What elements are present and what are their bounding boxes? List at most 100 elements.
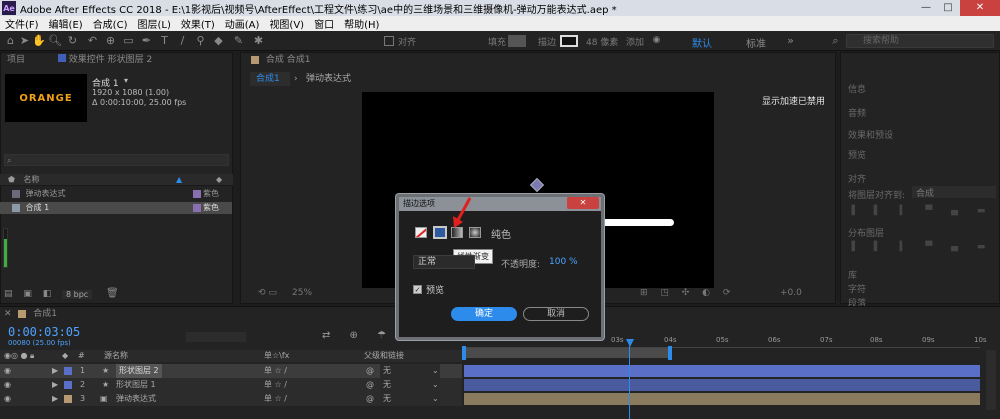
expand-chevron-icon[interactable]: ▶	[52, 392, 58, 406]
parent-select[interactable]: 无	[380, 378, 440, 392]
project-search-input[interactable]: ⌕	[4, 154, 229, 166]
column-name[interactable]: 名称	[18, 175, 40, 184]
layer-switches[interactable]: 单 ☆ /	[264, 392, 287, 406]
selection-tool-icon[interactable]: ➤	[18, 34, 31, 47]
eye-icon[interactable]: ◉	[0, 380, 11, 389]
timeline-search-input[interactable]	[186, 332, 246, 342]
delete-icon[interactable]: 🗑︎	[106, 288, 119, 299]
align-buttons[interactable]: ▐ ▌ ▍ ▀ ▄ ▬	[848, 206, 993, 216]
eye-icon[interactable]: ◉	[0, 366, 11, 375]
menu-composition[interactable]: 合成(C)	[88, 16, 133, 31]
workspace-standard[interactable]: 标准	[746, 35, 766, 50]
none-stroke-icon[interactable]	[415, 227, 427, 238]
chevron-down-icon[interactable]: ▾	[124, 76, 128, 85]
table-row[interactable]: ◉ ▶ 1 ★ 形状图层 2 单 ☆ / @ 无 ⌄	[0, 364, 462, 378]
menu-edit[interactable]: 编辑(E)	[44, 16, 88, 31]
panel-audio[interactable]: 音频	[848, 106, 866, 119]
parent-select[interactable]: 无	[380, 364, 440, 378]
column-source-name[interactable]: 源名称	[104, 350, 128, 362]
pickwhip-icon[interactable]: @	[366, 392, 374, 406]
layer-name[interactable]: 形状图层 1	[116, 378, 156, 392]
exposure-value[interactable]: +0.0	[780, 288, 802, 298]
layer-duration-bar[interactable]	[464, 393, 980, 405]
expand-chevron-icon[interactable]: ▶	[52, 378, 58, 392]
menu-layer[interactable]: 图层(L)	[132, 16, 175, 31]
cancel-button[interactable]: 取消	[523, 307, 589, 321]
tab-timeline-comp[interactable]: 合成1	[33, 309, 57, 319]
menu-effect[interactable]: 效果(T)	[176, 16, 220, 31]
work-area-bar[interactable]	[462, 348, 670, 358]
layer-name[interactable]: 弹动表达式	[116, 392, 156, 406]
panel-character[interactable]: 字符	[848, 282, 866, 295]
panel-library[interactable]: 库	[848, 268, 857, 281]
stroke-swatch[interactable]	[560, 35, 578, 47]
layer-switches[interactable]: 单 ☆ /	[264, 378, 287, 392]
panel-effects-presets[interactable]: 效果和预设	[848, 128, 893, 141]
pickwhip-icon[interactable]: @	[366, 378, 374, 392]
expand-chevron-icon[interactable]: ▶	[52, 364, 58, 378]
layer-switches[interactable]: 单 ☆ /	[264, 364, 287, 378]
current-timecode[interactable]: 0:00:03:05	[8, 325, 80, 339]
list-item[interactable]: 合成 1 紫色	[0, 202, 232, 214]
layer-duration-bar[interactable]	[464, 365, 980, 377]
zoom-level[interactable]: 25%	[292, 288, 312, 298]
project-footer-icons[interactable]: ▤ ▣ ◧	[4, 289, 55, 299]
maximize-button[interactable]: □	[934, 0, 962, 16]
pen-tool-icon[interactable]: ✒	[140, 34, 153, 47]
tab-project[interactable]: 项目	[7, 55, 25, 65]
panel-align[interactable]: 对齐	[848, 172, 866, 185]
solid-color-icon[interactable]	[433, 226, 447, 239]
layer-label-swatch[interactable]	[64, 367, 72, 375]
tab-effect-controls[interactable]: 效果控件 形状图层 2	[69, 55, 152, 65]
work-area-end-handle[interactable]	[668, 346, 672, 360]
brush-tool-icon[interactable]: /	[176, 34, 189, 47]
layer-duration-bar[interactable]	[464, 379, 980, 391]
opacity-value[interactable]: 100 %	[549, 257, 578, 267]
layer-label-swatch[interactable]	[64, 381, 72, 389]
search-help-input[interactable]: 搜索帮助	[846, 34, 994, 48]
breadcrumb-comp[interactable]: 合成1	[250, 72, 290, 86]
viewer-controls-left[interactable]: ⟲ ▭	[258, 288, 277, 298]
menu-window[interactable]: 窗口	[309, 16, 339, 31]
column-parent[interactable]: 父级和链接	[364, 350, 404, 362]
add-label[interactable]: 添加	[626, 35, 644, 48]
zoom-tool-icon[interactable]: 🔍︎	[48, 34, 62, 47]
eye-icon[interactable]: ◉	[0, 394, 11, 403]
distribute-buttons[interactable]: ▐ ▌ ▍ ▀ ▄ ▬	[848, 242, 993, 252]
sort-up-icon[interactable]: ▲	[176, 174, 182, 186]
tab-composition[interactable]: 合成 合成1	[266, 55, 311, 65]
panel-info[interactable]: 信息	[848, 82, 866, 95]
pickwhip-icon[interactable]: @	[366, 364, 374, 378]
puppet-tool-icon[interactable]: ✱	[252, 34, 265, 47]
table-row[interactable]: ◉ ▶ 3 ▣ 弹动表达式 单 ☆ / @ 无 ⌄	[0, 392, 462, 406]
hand-tool-icon[interactable]: ✋	[32, 34, 46, 47]
workspace-more-icon[interactable]: »	[784, 34, 797, 47]
align-checkbox[interactable]	[384, 36, 394, 46]
list-item[interactable]: 弹动表达式 紫色	[0, 188, 232, 200]
text-tool-icon[interactable]: T	[158, 34, 171, 47]
add-dropdown-icon[interactable]: ◉	[650, 34, 663, 47]
roto-brush-icon[interactable]: ✎	[232, 34, 245, 47]
breadcrumb-expression[interactable]: 弹动表达式	[306, 72, 351, 86]
menu-animation[interactable]: 动画(A)	[220, 16, 265, 31]
rectangle-tool-icon[interactable]: ▭	[122, 34, 135, 47]
preview-checkbox[interactable]: ✓	[413, 285, 422, 294]
menu-file[interactable]: 文件(F)	[0, 16, 44, 31]
table-row[interactable]: ◉ ▶ 2 ★ 形状图层 1 单 ☆ / @ 无 ⌄	[0, 378, 462, 392]
parent-select[interactable]: 无	[380, 392, 440, 406]
bit-depth-button[interactable]: 8 bpc	[62, 290, 93, 299]
panel-distribute[interactable]: 分布图层	[848, 226, 884, 239]
menu-help[interactable]: 帮助(H)	[339, 16, 384, 31]
panel-preview[interactable]: 预览	[848, 148, 866, 161]
home-icon[interactable]: ⌂	[4, 34, 17, 47]
eraser-tool-icon[interactable]: ◆	[212, 34, 225, 47]
layer-label-swatch[interactable]	[64, 395, 72, 403]
dialog-close-button[interactable]: ✕	[567, 197, 599, 209]
viewer-controls-right[interactable]: ⊞ ◳ ✣ ◐ ⟳	[640, 288, 735, 298]
pan-behind-tool-icon[interactable]: ⊕	[104, 34, 117, 47]
work-area-start-handle[interactable]	[462, 346, 466, 360]
stroke-width-value[interactable]: 48 像素	[586, 35, 618, 48]
workspace-default[interactable]: 默认	[692, 35, 712, 50]
rotate-tool-icon[interactable]: ↻	[66, 34, 79, 47]
menu-view[interactable]: 视图(V)	[264, 16, 309, 31]
